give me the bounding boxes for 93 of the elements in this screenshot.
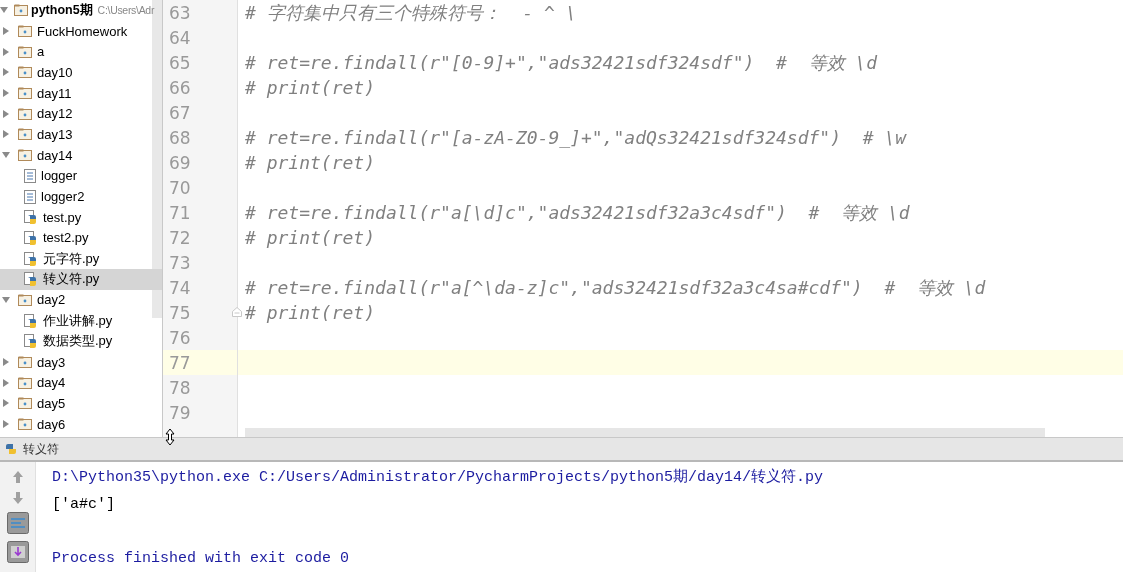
soft-wrap-icon[interactable]	[6, 512, 29, 534]
text-file-icon	[24, 189, 36, 204]
expand-arrow-icon[interactable]	[2, 27, 10, 36]
line-number: 74	[169, 277, 191, 298]
line-number: 75	[169, 302, 191, 323]
tree-item[interactable]: 转义符.py	[0, 268, 162, 290]
line-number: 66	[169, 77, 191, 98]
project-name[interactable]: python5期	[31, 1, 93, 19]
code-comment: # ret=re.findall(r"[0-9]+","ads32421sdf324sdf") # 等效 \d	[245, 50, 878, 75]
tree-item[interactable]: day10	[0, 62, 162, 83]
python-file-icon	[24, 313, 38, 328]
tree-item[interactable]: day12	[0, 103, 162, 125]
tree-item[interactable]: logger	[0, 165, 162, 187]
expand-arrow-icon[interactable]	[2, 151, 10, 160]
expand-arrow-icon[interactable]	[2, 420, 10, 429]
line-number: 71	[169, 202, 191, 223]
folder-icon	[18, 149, 32, 162]
project-path: C:\Users\Adr	[97, 4, 155, 17]
line-number: 64	[169, 27, 191, 48]
python-file-icon	[24, 210, 38, 225]
code-comment: # ret=re.findall(r"a[^\da-z]c","ads32421sdf32a3c4sa#cdf") # 等效 \d	[245, 275, 986, 300]
line-number: 65	[169, 52, 191, 73]
folder-icon	[18, 376, 32, 389]
scroll-to-end-icon[interactable]	[6, 541, 29, 563]
folder-icon	[18, 128, 32, 141]
folder-icon	[18, 397, 32, 410]
expand-arrow-icon[interactable]	[2, 47, 10, 56]
line-number: 78	[169, 377, 191, 398]
expand-arrow-icon[interactable]	[2, 399, 10, 408]
console-output: ['a#c']	[52, 495, 116, 515]
line-number: 76	[169, 327, 191, 348]
folder-icon	[18, 107, 32, 120]
tree-item[interactable]: 元字符.py	[0, 248, 162, 269]
code-comment: # print(ret)	[245, 152, 376, 173]
code-comment: # ret=re.findall(r"[a-zA-Z0-9_]+","adQs32421sdf324sdf") # \w	[245, 127, 907, 148]
python-file-icon	[24, 334, 38, 349]
python-icon	[4, 442, 18, 456]
line-number: 67	[169, 102, 191, 123]
line-number: 72	[169, 227, 191, 248]
text-file-icon	[24, 168, 36, 183]
tree-item[interactable]: day6	[0, 413, 162, 435]
expand-arrow-icon[interactable]	[2, 109, 10, 118]
line-number: 63	[169, 2, 191, 23]
python-file-icon	[24, 251, 38, 266]
expand-arrow-icon[interactable]	[2, 358, 10, 367]
tree-item[interactable]: day13	[0, 124, 162, 145]
down-arrow-icon[interactable]	[11, 491, 24, 505]
tree-item[interactable]: day5	[0, 393, 162, 414]
folder-icon	[18, 45, 32, 58]
expand-arrow-icon[interactable]	[2, 89, 10, 98]
tree-item[interactable]: FuckHomework	[0, 20, 162, 42]
tree-item[interactable]: day11	[0, 82, 162, 104]
line-number: 77	[169, 352, 191, 373]
folder-icon	[18, 293, 32, 306]
expand-arrow-icon[interactable]	[2, 130, 10, 139]
tree-item[interactable]: test2.py	[0, 227, 162, 249]
folder-icon	[18, 87, 32, 100]
code-comment: # print(ret)	[245, 302, 376, 323]
code-comment: # ret=re.findall(r"a[\d]c","ads32421sdf32a3c4sdf") # 等效 \d	[245, 200, 910, 225]
expand-arrow-icon[interactable]	[2, 295, 10, 304]
tree-item[interactable]: a	[0, 41, 162, 63]
console-command: D:\Python35\python.exe C:/Users/Administrator/PycharmProjects/python5期/day14/转义符.py	[52, 467, 824, 488]
tree-item[interactable]: 数据类型.py	[0, 331, 162, 352]
tree-item[interactable]: logger2	[0, 186, 162, 207]
horizontal-scrollbar[interactable]	[245, 428, 1045, 437]
folder-icon	[18, 66, 32, 79]
python-file-icon	[24, 272, 38, 287]
console-exit-message: Process finished with exit code 0	[52, 549, 351, 569]
expand-arrow-icon[interactable]	[2, 68, 10, 77]
tree-item[interactable]: 作业讲解.py	[0, 310, 162, 331]
tree-item[interactable]: test.py	[0, 206, 162, 228]
folder-icon	[18, 25, 32, 38]
code-comment: # print(ret)	[245, 77, 376, 98]
tree-item[interactable]: day3	[0, 351, 162, 373]
line-number: 70	[169, 177, 191, 198]
up-arrow-icon[interactable]	[11, 470, 24, 484]
tree-item[interactable]: day4	[0, 372, 162, 394]
fold-marker-icon[interactable]	[232, 307, 242, 317]
line-number: 68	[169, 127, 191, 148]
folder-icon	[18, 356, 32, 369]
line-number: 79	[169, 402, 191, 423]
line-number: 69	[169, 152, 191, 173]
expand-arrow-icon[interactable]	[2, 378, 10, 387]
run-tab[interactable]: 转义符	[4, 440, 59, 458]
tree-item[interactable]: day2	[0, 289, 162, 311]
python-file-icon	[24, 230, 38, 245]
expand-arrow-icon[interactable]	[0, 6, 8, 15]
tree-item[interactable]: day14	[0, 144, 162, 166]
code-comment: # 字符集中只有三个特殊符号： - ^ \	[245, 0, 577, 25]
code-comment: # print(ret)	[245, 227, 376, 248]
folder-icon	[14, 4, 28, 17]
folder-icon	[18, 418, 32, 431]
line-number: 73	[169, 252, 191, 273]
